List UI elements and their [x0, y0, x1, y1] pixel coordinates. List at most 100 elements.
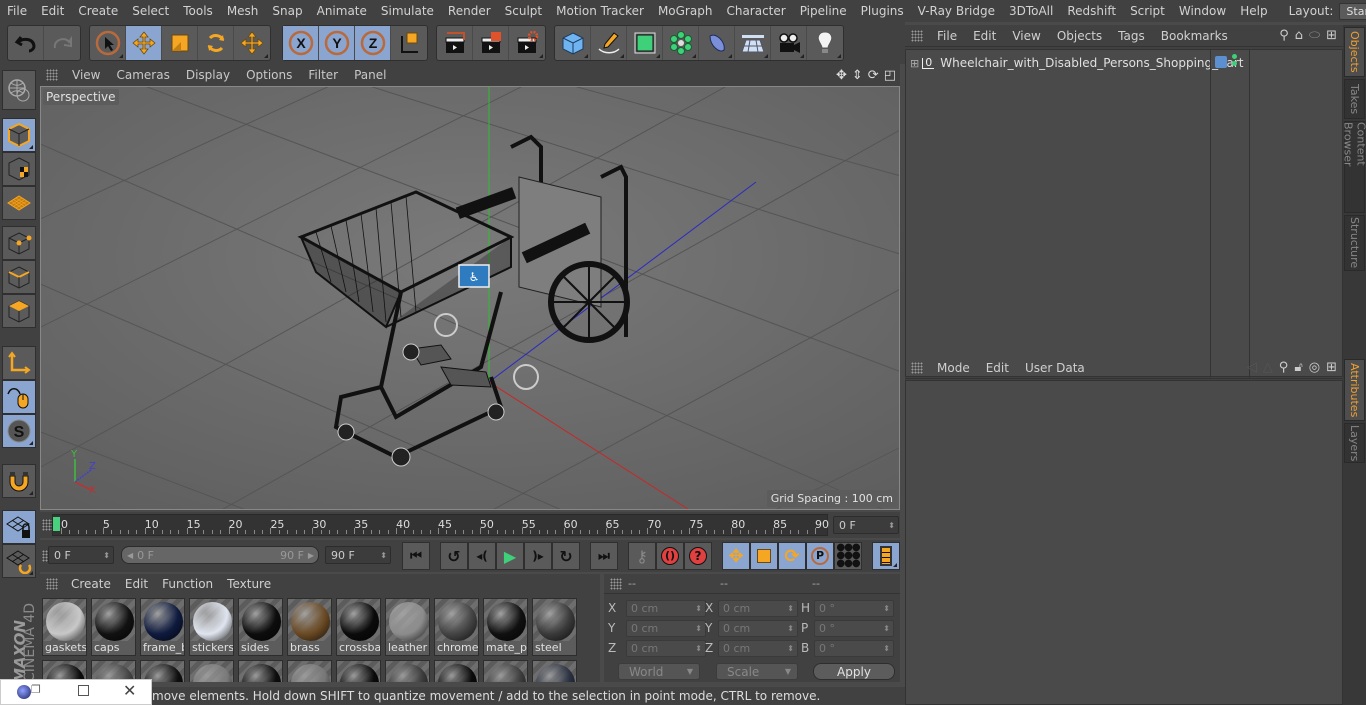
texture-mode-button[interactable] [2, 152, 36, 186]
floor-button[interactable] [735, 26, 771, 60]
magnet-button[interactable] [2, 464, 36, 498]
key-rotation-button[interactable]: ⟳ [778, 542, 806, 570]
target-icon[interactable]: ◎ [1309, 360, 1320, 375]
material-swatch[interactable] [336, 660, 381, 682]
objects-menu-objects[interactable]: Objects [1049, 29, 1110, 43]
menu-create[interactable]: Create [71, 4, 125, 18]
camera-button[interactable] [771, 26, 807, 60]
search-icon[interactable]: ⚲ [1279, 28, 1289, 43]
up-arrow-icon[interactable]: △ [1263, 360, 1273, 375]
spinner-icon[interactable]: ⬍ [787, 644, 794, 653]
model-mode-button[interactable] [2, 118, 36, 152]
current-frame-field[interactable]: 0 F ⬍ [833, 516, 899, 534]
material-menu-function[interactable]: Function [155, 577, 220, 591]
scale-tool-button[interactable] [162, 26, 198, 60]
go-to-start-button[interactable]: ⏮ [402, 542, 430, 570]
material-swatch[interactable] [385, 660, 430, 682]
menu-snap[interactable]: Snap [265, 4, 309, 18]
menu-pipeline[interactable]: Pipeline [793, 4, 854, 18]
lock-icon[interactable]: 🔓︎ [1294, 360, 1302, 375]
objects-menu-edit[interactable]: Edit [965, 29, 1004, 43]
previous-key-button[interactable]: ↺ [440, 542, 468, 570]
panel-grip[interactable] [911, 361, 923, 374]
home-icon[interactable]: ⌂ [1295, 28, 1303, 43]
spinner-icon[interactable]: ⬍ [883, 624, 890, 633]
expand-icon[interactable]: ⊞ [910, 57, 919, 70]
tab-takes[interactable]: Takes [1344, 79, 1365, 119]
material-swatch[interactable]: mate_pl [483, 598, 528, 656]
menu-mograph[interactable]: MoGraph [651, 4, 720, 18]
make-editable-button[interactable] [2, 70, 36, 110]
spinner-icon[interactable]: ⬍ [380, 551, 387, 560]
deformer-button[interactable] [699, 26, 735, 60]
material-swatch[interactable] [287, 660, 332, 682]
menu-window[interactable]: Window [1172, 4, 1233, 18]
coord-input[interactable]: 0 ° ⬍ [814, 600, 894, 617]
viewport-menu-panel[interactable]: Panel [346, 68, 394, 82]
apply-button[interactable]: Apply [813, 663, 895, 680]
spinner-icon[interactable]: ⬍ [883, 604, 890, 613]
material-swatch[interactable]: stickers [189, 598, 234, 656]
coord-input[interactable]: 0 cm ⬍ [626, 600, 706, 617]
tweak-mode-button[interactable] [2, 380, 36, 414]
next-key-button[interactable]: ↻ [552, 542, 580, 570]
points-mode-button[interactable] [2, 226, 36, 260]
snap-button[interactable]: S [2, 414, 36, 448]
edges-mode-button[interactable] [2, 260, 36, 294]
spinner-icon[interactable]: ⬍ [695, 644, 702, 653]
key-pla-button[interactable]: ●●● ●●● ●●● [834, 542, 862, 570]
objects-menu-bookmarks[interactable]: Bookmarks [1153, 29, 1236, 43]
material-menu-create[interactable]: Create [64, 577, 118, 591]
live-selection-button[interactable] [90, 26, 126, 60]
planar-workplane-button[interactable] [2, 544, 36, 578]
render-settings-button[interactable] [509, 26, 545, 60]
menu-motion-tracker[interactable]: Motion Tracker [549, 4, 651, 18]
attributes-menu-mode[interactable]: Mode [929, 361, 978, 375]
menu-simulate[interactable]: Simulate [374, 4, 441, 18]
spinner-icon[interactable]: ⬍ [695, 604, 702, 613]
spinner-icon[interactable]: ⬍ [888, 521, 895, 530]
tab-layers[interactable]: Layers [1344, 423, 1365, 463]
material-swatch[interactable] [434, 660, 479, 682]
viewport-menu-display[interactable]: Display [178, 68, 238, 82]
menu-plugins[interactable]: Plugins [854, 4, 911, 18]
spinner-icon[interactable]: ⬍ [787, 624, 794, 633]
material-swatch[interactable]: brass [287, 598, 332, 656]
move-tool-button[interactable] [126, 26, 162, 60]
material-menu-texture[interactable]: Texture [220, 577, 278, 591]
spinner-icon[interactable]: ⬍ [103, 551, 110, 560]
play-button[interactable]: ▶ [496, 542, 524, 570]
object-name[interactable]: Wheelchair_with_Disabled_Persons_Shoppin… [940, 56, 1243, 70]
menu-tools[interactable]: Tools [176, 4, 220, 18]
material-swatch[interactable]: steel [532, 598, 577, 656]
coord-input[interactable]: 0 cm ⬍ [718, 600, 798, 617]
attributes-menu-edit[interactable]: Edit [978, 361, 1017, 375]
coord-space-dropdown[interactable]: World ▼ [618, 663, 700, 680]
material-swatch[interactable]: gaskets [42, 598, 87, 656]
viewport-menu-cameras[interactable]: Cameras [108, 68, 177, 82]
material-swatch[interactable] [532, 660, 577, 682]
menu-script[interactable]: Script [1123, 4, 1172, 18]
previous-frame-button[interactable]: ◂( [468, 542, 496, 570]
tab-content-browser[interactable]: Content Browser [1342, 121, 1366, 213]
maximize-icon[interactable] [78, 685, 89, 696]
editor-visibility-dot[interactable] [1232, 54, 1237, 59]
key-parameter-button[interactable]: P [806, 542, 834, 570]
panel-grip[interactable] [911, 29, 923, 42]
close-icon[interactable]: ✕ [123, 681, 136, 700]
camera-label[interactable]: Perspective [43, 89, 119, 105]
axis-mode-button[interactable] [2, 346, 36, 380]
object-row[interactable]: ⊞ 0 Wheelchair_with_Disabled_Persons_Sho… [910, 54, 1244, 72]
objects-menu-file[interactable]: File [929, 29, 965, 43]
cloner-button[interactable] [663, 26, 699, 60]
menu-edit[interactable]: Edit [34, 4, 71, 18]
viewport-pan-icon[interactable]: ✥ [836, 68, 847, 83]
coord-input[interactable]: 0 cm ⬍ [626, 620, 706, 637]
menu-mesh[interactable]: Mesh [220, 4, 266, 18]
record-button[interactable]: () [656, 542, 684, 570]
subdivision-surface-button[interactable] [627, 26, 663, 60]
spinner-icon[interactable]: ⬍ [695, 624, 702, 633]
material-swatch[interactable]: caps [91, 598, 136, 656]
menu-sculpt[interactable]: Sculpt [498, 4, 549, 18]
spinner-icon[interactable]: ⬍ [883, 644, 890, 653]
